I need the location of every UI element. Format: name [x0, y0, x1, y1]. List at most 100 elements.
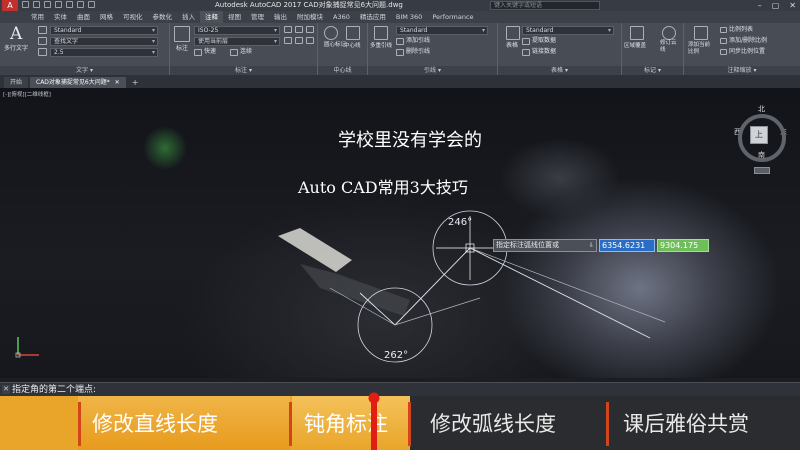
multileader-button[interactable]: 多重引线	[370, 42, 392, 50]
add-leader-button[interactable]: 添加引线	[406, 37, 430, 45]
tab-addins[interactable]: 附加模块	[292, 11, 328, 23]
tab-output[interactable]: 输出	[269, 11, 292, 23]
tab-performance[interactable]: Performance	[427, 11, 478, 23]
close-tab-icon[interactable]: ✕	[115, 79, 120, 86]
tablet-shape	[278, 228, 352, 272]
tab-mesh[interactable]: 网格	[95, 11, 118, 23]
dimension-layer-select[interactable]: 使用当前层	[194, 37, 280, 46]
annotation-scaling-panel-label[interactable]: 注释缩放 ▾	[684, 66, 800, 75]
find-text-input[interactable]: 查找文字	[50, 37, 158, 46]
table-panel-label[interactable]: 表格 ▾	[498, 66, 621, 75]
drawing-area[interactable]: [-][俯视][二维线框] 246° 262° 学校里没有学会的 Auto CA…	[0, 88, 800, 378]
table-button[interactable]: 表格	[506, 42, 518, 50]
dim-tool-icon[interactable]	[295, 26, 303, 33]
command-line-close-icon[interactable]: ✕	[2, 385, 10, 394]
dimension-style-select[interactable]: ISO-25	[194, 26, 280, 35]
open-file-icon[interactable]	[33, 1, 40, 8]
table-style-select[interactable]: Standard	[522, 26, 614, 35]
angle-label-bottom: 262°	[384, 350, 408, 361]
chapter-item-modify-arc-length[interactable]: 修改弧线长度	[410, 396, 607, 450]
wipeout-button[interactable]: 区域覆盖	[624, 42, 646, 50]
tab-start[interactable]: 开始	[4, 77, 29, 88]
overlay-title-line2: Auto CAD常用3大技巧	[298, 178, 468, 197]
tab-solid[interactable]: 实体	[49, 11, 72, 23]
maximize-button[interactable]: ▢	[772, 0, 780, 11]
coordinate-y-input[interactable]: 9304.175	[657, 239, 709, 252]
wipeout-icon[interactable]	[630, 26, 644, 40]
quick-dim-button[interactable]: 快速	[204, 48, 216, 56]
new-tab-button[interactable]: +	[128, 77, 143, 88]
markup-panel-label[interactable]: 标记 ▾	[622, 66, 683, 75]
save-as-icon[interactable]	[55, 1, 62, 8]
chapter-item-after-class[interactable]: 课后雅俗共赏	[607, 396, 800, 450]
text-style-select[interactable]: Standard	[50, 26, 158, 35]
center-mark-icon[interactable]	[324, 26, 338, 40]
link-data-button[interactable]: 链接数据	[532, 48, 556, 56]
viewcube[interactable]: 上	[738, 114, 786, 162]
dim-tool-icon[interactable]	[284, 37, 292, 44]
progress-marker-icon	[368, 392, 380, 450]
multileader-icon[interactable]	[374, 26, 388, 40]
sync-scale-button[interactable]: 同步比例位置	[729, 48, 765, 56]
tab-annotate[interactable]: 注释	[200, 11, 223, 23]
find-text-icon	[38, 37, 47, 45]
remove-leader-button[interactable]: 删除引线	[406, 48, 430, 56]
tab-featured-apps[interactable]: 精选应用	[355, 11, 391, 23]
table-icon[interactable]	[506, 26, 520, 40]
dimension-icon[interactable]	[174, 26, 190, 42]
center-mark-button[interactable]: 圆心标记	[324, 42, 346, 49]
multiline-text-button[interactable]: 多行文字	[4, 45, 28, 53]
dim-tool-icon[interactable]	[306, 37, 314, 44]
multiline-text-icon[interactable]: A	[10, 24, 22, 44]
extract-data-button[interactable]: 提取数据	[532, 37, 556, 45]
text-panel: A 多行文字 Standard 查找文字 2.5 文字 ▾	[0, 23, 170, 75]
dimension-panel-label[interactable]: 标注 ▾	[170, 66, 317, 75]
tab-manage[interactable]: 管理	[246, 11, 269, 23]
tab-insert[interactable]: 插入	[177, 11, 200, 23]
scale-list-button[interactable]: 比例列表	[729, 26, 753, 34]
add-current-scale-button[interactable]: 添加当前比例	[688, 42, 714, 56]
dimension-button[interactable]: 标注	[176, 45, 188, 53]
ucs-icon	[15, 337, 39, 358]
save-icon[interactable]	[44, 1, 51, 8]
leader-panel-label[interactable]: 引线 ▾	[368, 66, 497, 75]
tab-current-drawing[interactable]: CAD对象捕捉常见6大问题* ✕	[30, 77, 126, 88]
tab-parametric[interactable]: 参数化	[148, 11, 178, 23]
tab-surface[interactable]: 曲面	[72, 11, 95, 23]
redo-icon[interactable]	[88, 1, 95, 8]
add-scale-icon[interactable]	[694, 26, 708, 40]
wcs-menu-button[interactable]	[754, 167, 770, 174]
centerline-icon[interactable]	[346, 26, 360, 40]
close-window-button[interactable]: ✕	[789, 0, 796, 11]
tab-home[interactable]: 常用	[26, 11, 49, 23]
dim-tool-icon[interactable]	[284, 26, 292, 33]
print-icon[interactable]	[66, 1, 73, 8]
centerline-button[interactable]: 中心线	[344, 42, 361, 50]
add-delete-scale-button[interactable]: 添加/删除比例	[729, 37, 767, 45]
tab-view[interactable]: 视图	[223, 11, 246, 23]
viewcube-top-face[interactable]: 上	[750, 126, 768, 144]
viewcube-north[interactable]: 北	[758, 104, 765, 114]
minimize-button[interactable]: –	[758, 0, 762, 11]
tab-a360[interactable]: A360	[328, 11, 355, 23]
revcloud-button[interactable]: 修订云线	[660, 40, 678, 54]
autocad-logo-icon[interactable]: A	[2, 0, 18, 11]
tab-visualize[interactable]: 可视化	[118, 11, 148, 23]
tab-bim360[interactable]: BIM 360	[391, 11, 427, 23]
continue-dim-button[interactable]: 连续	[240, 48, 252, 56]
chapter-item-obtuse-angle-dimension[interactable]: 钝角标注	[292, 396, 410, 450]
dim-tool-icon[interactable]	[306, 26, 314, 33]
prompt-options-icon[interactable]: ⇩	[589, 240, 594, 251]
angle-line	[469, 247, 651, 339]
text-height-select[interactable]: 2.5	[50, 48, 158, 57]
chapter-item-modify-line-length[interactable]: 修改直线长度	[78, 396, 290, 450]
text-panel-label[interactable]: 文字 ▾	[0, 66, 169, 75]
search-input[interactable]: 键入关键字或短语	[490, 1, 600, 10]
leader-style-select[interactable]: Standard	[396, 26, 488, 35]
revcloud-icon[interactable]	[662, 26, 676, 40]
undo-icon[interactable]	[77, 1, 84, 8]
new-file-icon[interactable]	[22, 1, 29, 8]
coordinate-x-input[interactable]: 6354.6231	[599, 239, 655, 252]
command-line[interactable]: ✕ 指定角的第二个端点:	[0, 382, 800, 396]
dim-tool-icon[interactable]	[295, 37, 303, 44]
